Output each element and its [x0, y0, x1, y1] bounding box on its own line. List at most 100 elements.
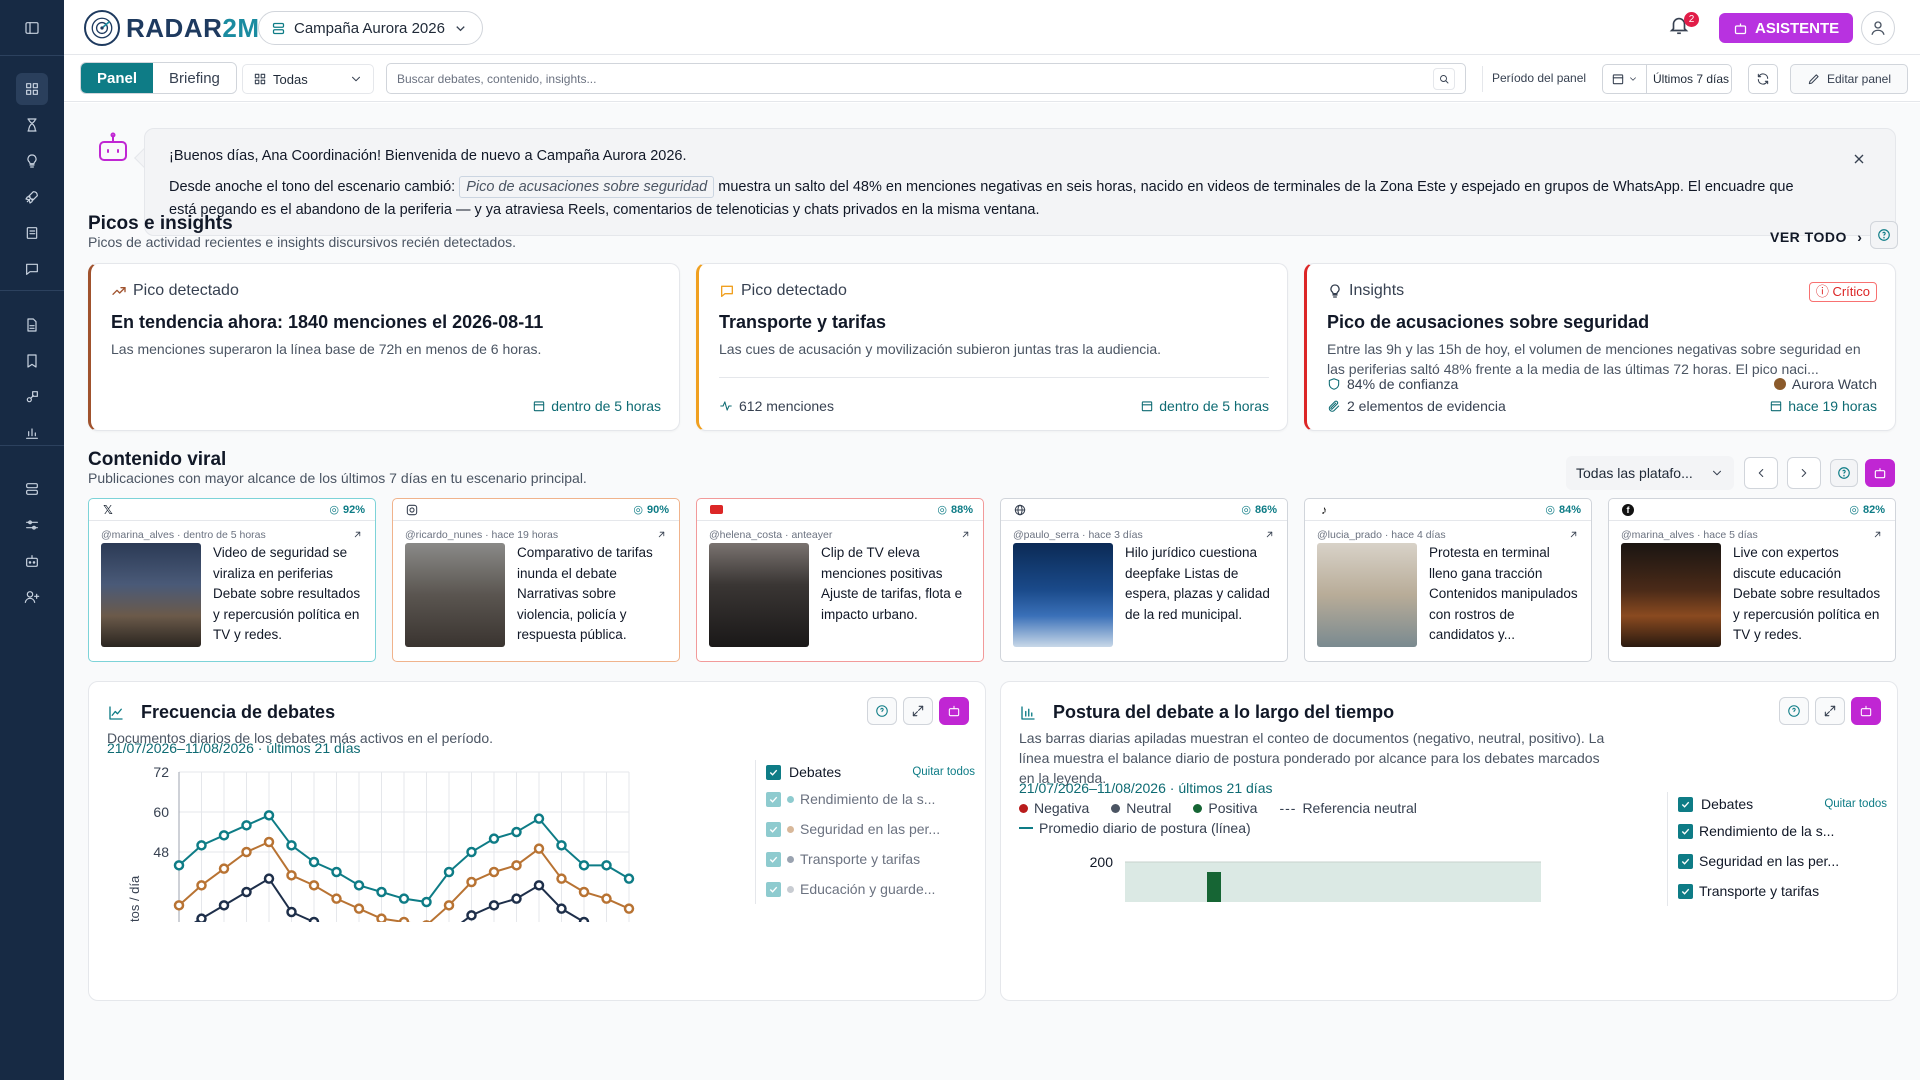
- external-link-icon[interactable]: [352, 529, 363, 540]
- insight-evidence: 2 elementos de evidencia: [1327, 398, 1506, 414]
- viral-next-button[interactable]: [1787, 457, 1821, 489]
- period-selector[interactable]: Últimos 7 días: [1602, 64, 1732, 94]
- campaign-selector[interactable]: Campaña Aurora 2026: [258, 11, 483, 45]
- viral-card-facebook[interactable]: f ◎ 82% @marina_alves · hace 5 días Live …: [1608, 498, 1896, 662]
- legend-item[interactable]: Seguridad en las per...: [766, 814, 975, 844]
- data-point: [578, 916, 590, 922]
- legend-toggle-all[interactable]: Debates: [1678, 796, 1753, 812]
- insight-card-security[interactable]: Insights ⓘ Crítico Pico de acusaciones s…: [1304, 263, 1896, 431]
- external-link-icon[interactable]: [1872, 529, 1883, 540]
- campaign-icon: [272, 22, 285, 34]
- greeting-line: ¡Buenos días, Ana Coordinación! Bienveni…: [169, 148, 687, 164]
- external-link-icon[interactable]: [656, 529, 667, 540]
- assistant-button[interactable]: ASISTENTE: [1719, 13, 1854, 43]
- sidebar-item-settings-sliders-icon[interactable]: [16, 509, 48, 541]
- y-tick-label: 200: [1090, 854, 1114, 870]
- legend-item[interactable]: Rendimiento de la s...: [1678, 816, 1887, 846]
- legend-average: Promedio diario de postura (línea): [1019, 820, 1251, 836]
- data-point: [196, 913, 207, 922]
- data-point: [533, 813, 545, 824]
- sidebar-item-hourglass-icon[interactable]: [16, 109, 48, 141]
- platform-select[interactable]: Todas las platafo...: [1566, 456, 1734, 490]
- toolbar-divider: [1482, 66, 1483, 92]
- chart-title: Postura del debate a lo largo del tiempo: [1053, 702, 1395, 722]
- chart-expand-button[interactable]: [903, 697, 933, 725]
- legend-toggle-all[interactable]: Debates: [766, 764, 841, 780]
- sidebar-item-network-icon[interactable]: [16, 381, 48, 413]
- sidebar-item-bookmark-icon[interactable]: [16, 345, 48, 377]
- sidebar-item-add-user-icon[interactable]: [16, 581, 48, 613]
- search-input[interactable]: [397, 71, 1433, 86]
- sidebar-item-bot-icon[interactable]: [16, 545, 48, 577]
- refresh-button[interactable]: [1748, 64, 1778, 94]
- clear-all-link[interactable]: Quitar todos: [1824, 798, 1887, 810]
- clear-all-link[interactable]: Quitar todos: [912, 766, 975, 778]
- sidebar-item-lightbulb-icon[interactable]: [16, 145, 48, 177]
- scope-filter-select[interactable]: Todas: [242, 64, 374, 94]
- user-avatar-button[interactable]: [1861, 11, 1895, 45]
- chart-title: Frecuencia de debates: [141, 702, 336, 722]
- top-header: RADAR2M Campaña Aurora 2026 2 ASISTENTE: [64, 0, 1920, 55]
- legend-item[interactable]: Seguridad en las per...: [1678, 846, 1887, 876]
- target-icon: ◎: [937, 504, 947, 516]
- peak-card-trending[interactable]: Pico detectado En tendencia ahora: 1840 …: [88, 263, 680, 431]
- peak-card-kind: Pico detectado: [111, 282, 661, 300]
- data-point: [308, 856, 320, 868]
- tab-briefing[interactable]: Briefing: [153, 63, 236, 93]
- legend-item[interactable]: Rendimiento de la s...: [766, 784, 975, 814]
- external-link-icon[interactable]: [960, 529, 971, 540]
- external-link-icon[interactable]: [1568, 529, 1579, 540]
- insight-chip[interactable]: Pico de acusaciones sobre seguridad: [459, 176, 715, 198]
- sidebar-toggle-icon[interactable]: [16, 12, 48, 44]
- chart-assistant-button[interactable]: [939, 697, 969, 725]
- sidebar-item-rocket-icon[interactable]: [16, 181, 48, 213]
- legend-item[interactable]: Transporte y tarifas: [1678, 876, 1887, 906]
- peak-card-transport[interactable]: Pico detectado Transporte y tarifas Las …: [696, 263, 1288, 431]
- debate-posture-card: Postura del debate a lo largo del tiempo…: [1000, 681, 1898, 1001]
- peaks-help-button[interactable]: [1870, 221, 1898, 249]
- viral-card-x[interactable]: 𝕏 ◎ 92% @marina_alves · dentro de 5 horas…: [88, 498, 376, 662]
- viral-card-web[interactable]: ◎ 86% @paulo_serra · hace 3 días Hilo jur…: [1000, 498, 1288, 662]
- viral-card-thumbnail: [405, 543, 505, 647]
- sidebar-item-chat-icon[interactable]: [16, 253, 48, 285]
- see-all-link[interactable]: VER TODO ›: [1770, 229, 1862, 245]
- data-point: [556, 840, 567, 851]
- period-calendar-dropdown[interactable]: [1603, 65, 1647, 93]
- legend-item[interactable]: Educación y guarde...: [766, 874, 975, 904]
- calendar-icon: [534, 401, 545, 412]
- sidebar-item-dashboard-icon[interactable]: [16, 73, 48, 105]
- viral-card-youtube[interactable]: ◎ 88% @helena_costa · anteayer Clip de TV…: [696, 498, 984, 662]
- see-all-label: VER TODO: [1770, 229, 1847, 245]
- edit-panel-button[interactable]: Editar panel: [1790, 64, 1908, 94]
- tab-panel[interactable]: Panel: [81, 63, 154, 93]
- debate-posture-chart: 200: [1090, 854, 1541, 902]
- sidebar-item-campaigns-icon[interactable]: [16, 473, 48, 505]
- external-link-icon[interactable]: [1264, 529, 1275, 540]
- viral-card-header: ◎ 90%: [393, 499, 679, 521]
- viral-card-instagram[interactable]: ◎ 90% @ricardo_nunes · hace 19 horas Comp…: [392, 498, 680, 662]
- sidebar-item-document-icon[interactable]: [16, 309, 48, 341]
- data-point: [241, 846, 252, 858]
- logo[interactable]: RADAR2M: [84, 10, 260, 46]
- checkbox-checked-icon: [1678, 883, 1693, 899]
- app: RADAR2M Campaña Aurora 2026 2 ASISTENTE …: [0, 0, 1920, 1080]
- data-point: [286, 840, 297, 851]
- chart-help-button[interactable]: [867, 697, 897, 725]
- viral-prev-button[interactable]: [1744, 457, 1778, 489]
- legend-item[interactable]: Transporte y tarifas: [766, 844, 975, 874]
- viral-card-tiktok[interactable]: ♪ ◎ 84% @lucia_prado · hace 4 días Protes…: [1304, 498, 1592, 662]
- checkbox-checked-icon: [766, 791, 781, 807]
- data-point: [443, 866, 455, 878]
- data-point: [443, 900, 455, 911]
- sidebar-item-list-icon[interactable]: [16, 217, 48, 249]
- viral-section-title: Contenido viral: [88, 449, 227, 470]
- sidebar-divider: [0, 445, 64, 446]
- chart-expand-button[interactable]: [1815, 697, 1845, 725]
- chart-help-button[interactable]: [1779, 697, 1809, 725]
- close-icon[interactable]: [1851, 151, 1867, 167]
- chart-assistant-button[interactable]: [1851, 697, 1881, 725]
- search-button[interactable]: [1433, 67, 1455, 90]
- viral-help-button[interactable]: [1830, 459, 1858, 487]
- data-point: [623, 903, 635, 914]
- viral-assistant-button[interactable]: [1865, 459, 1895, 487]
